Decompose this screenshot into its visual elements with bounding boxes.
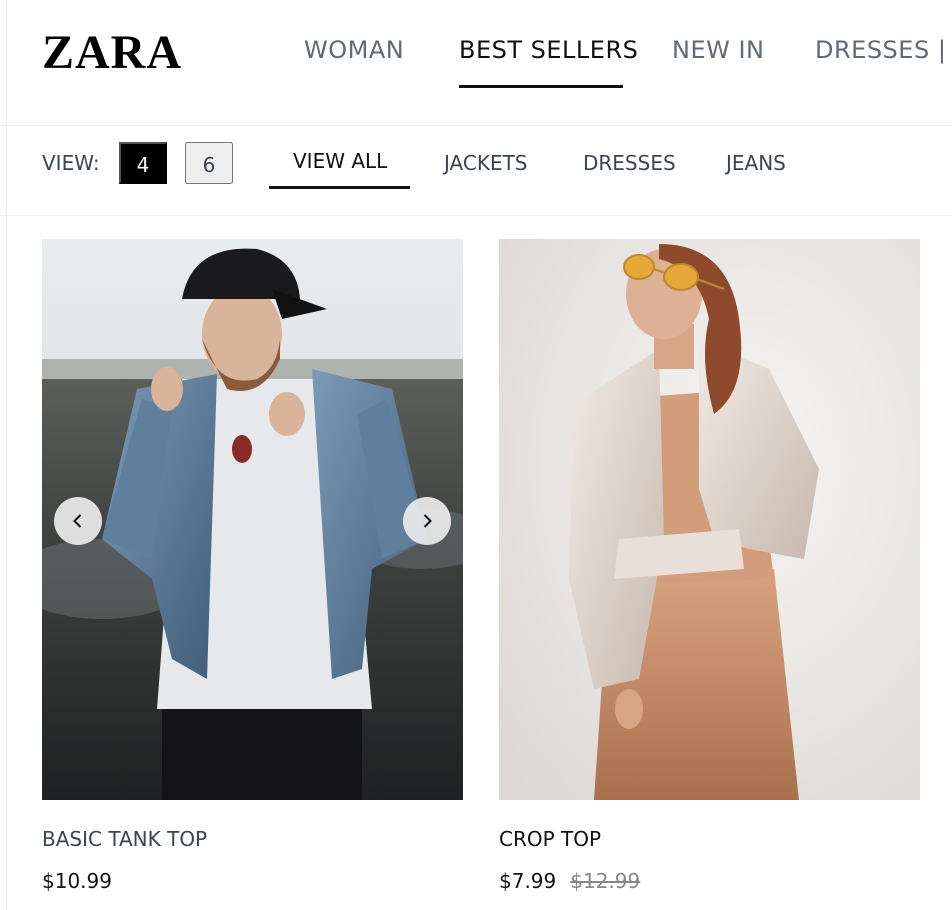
product-photo-denim-jacket-man <box>42 239 463 800</box>
nav-item-woman[interactable]: WOMAN <box>304 34 404 66</box>
view-6-button[interactable]: 6 <box>185 142 233 184</box>
chevron-left-icon <box>73 514 82 528</box>
product-prices: $7.99 $12.99 <box>499 868 640 897</box>
tab-jeans[interactable]: JEANS <box>726 149 786 177</box>
view-4-button[interactable]: 4 <box>119 142 167 184</box>
product-name[interactable]: BASIC TANK TOP <box>42 826 207 852</box>
product-image[interactable] <box>42 239 463 800</box>
filter-bar: VIEW: 4 6 VIEW ALL JACKETS DRESSES JEANS <box>0 127 952 216</box>
site-header: ZARA WOMAN BEST SELLERS NEW IN DRESSES |… <box>0 0 952 126</box>
carousel-next-button[interactable] <box>403 497 451 545</box>
product-prices: $10.99 <box>42 868 112 897</box>
nav-item-dresses[interactable]: DRESSES | J <box>815 34 952 66</box>
carousel-prev-button[interactable] <box>54 497 102 545</box>
nav-item-best-sellers[interactable]: BEST SELLERS <box>459 34 638 88</box>
product-original-price: $12.99 <box>570 869 641 893</box>
product-price: $10.99 <box>42 869 112 893</box>
product-name[interactable]: CROP TOP <box>499 826 601 852</box>
product-price: $7.99 <box>499 869 557 893</box>
product-photo-woman-shirt-sunglasses <box>499 239 920 800</box>
tab-jackets[interactable]: JACKETS <box>444 149 528 177</box>
product-card[interactable]: BASIC TANK TOP $10.99 <box>42 239 463 893</box>
nav-item-new-in[interactable]: NEW IN <box>672 34 765 66</box>
main-navigation: WOMAN BEST SELLERS NEW IN DRESSES | J <box>0 0 952 126</box>
chevron-right-icon <box>423 514 432 528</box>
product-image[interactable] <box>499 239 920 800</box>
product-card[interactable]: CROP TOP $7.99 $12.99 <box>499 239 920 893</box>
tab-view-all[interactable]: VIEW ALL <box>268 147 411 189</box>
tab-dresses[interactable]: DRESSES <box>583 149 676 177</box>
view-label: VIEW: <box>42 151 100 175</box>
